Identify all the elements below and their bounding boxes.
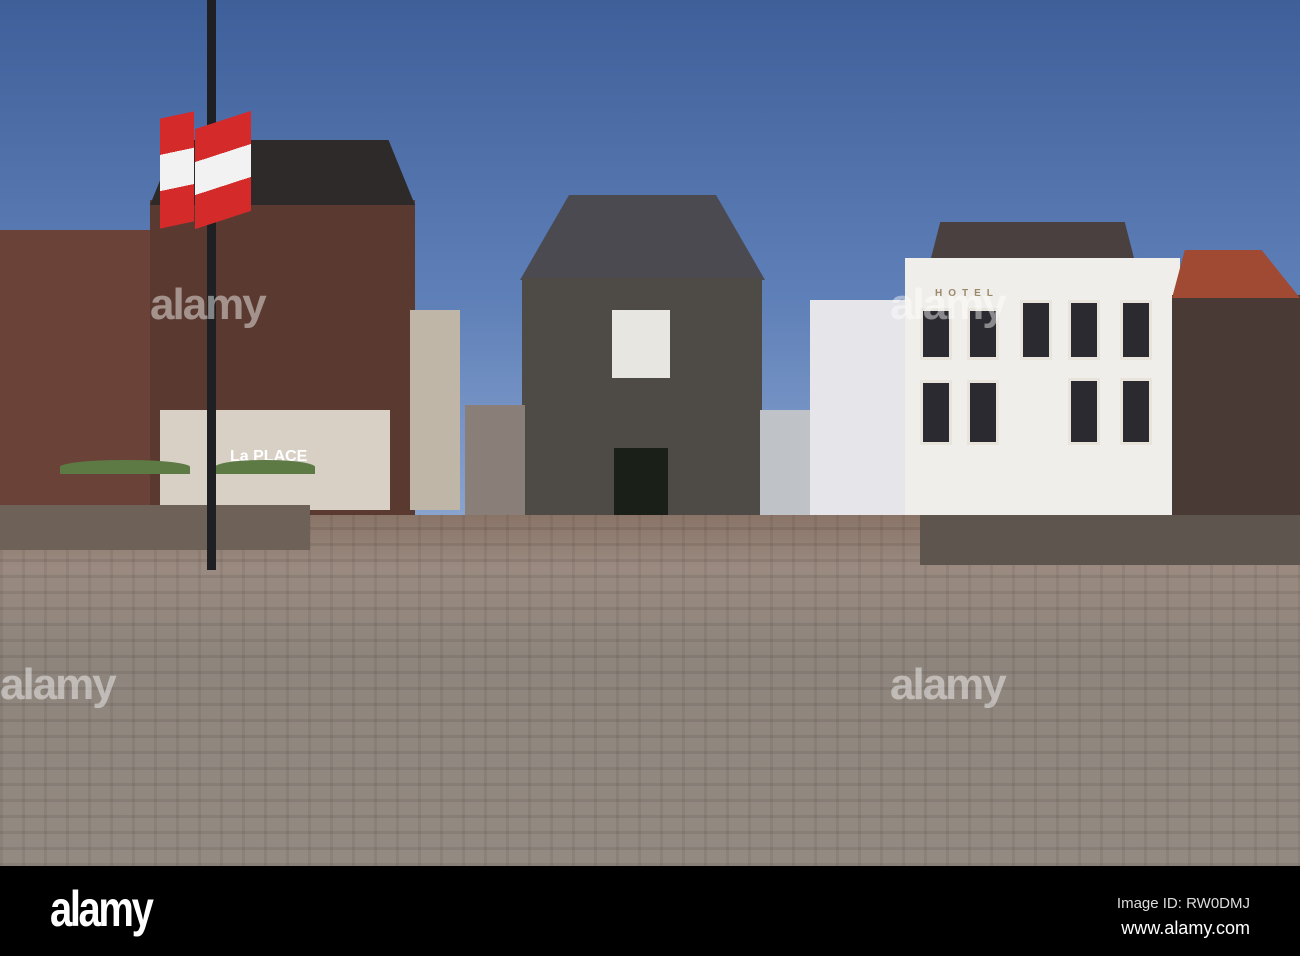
watermark: alamy	[150, 280, 267, 329]
terrace-left	[0, 505, 310, 550]
watermark: alamy	[890, 660, 1007, 709]
right-roof	[1172, 250, 1300, 298]
weigh-house-door	[614, 448, 668, 520]
left-brick-building	[0, 230, 150, 520]
alamy-logo: alamy	[50, 881, 154, 937]
weigh-house-roof	[520, 195, 765, 280]
right-brick-building	[1172, 295, 1300, 520]
flag	[195, 110, 251, 230]
footer-bar	[0, 866, 1300, 956]
hotel-window	[967, 380, 999, 445]
hotel-window	[1068, 378, 1100, 445]
hotel-window	[1120, 378, 1152, 445]
background-building	[465, 405, 525, 515]
cobblestone-square	[0, 515, 1300, 866]
photo: La PLACE HOTEL alamy alamy alamy alamy	[0, 0, 1300, 866]
hotel-window	[1120, 300, 1152, 360]
watermark: alamy	[0, 660, 117, 709]
flag	[160, 111, 194, 229]
watermark: alamy	[890, 280, 1007, 329]
site-url: www.alamy.com	[1121, 918, 1250, 938]
umbrella	[215, 460, 315, 474]
umbrella	[60, 460, 190, 474]
hotel-window	[1020, 300, 1052, 360]
white-side-building	[810, 300, 910, 520]
side-building	[410, 310, 460, 510]
background-building-right	[760, 410, 815, 515]
hotel-window	[920, 380, 952, 445]
weigh-house-relief	[612, 310, 670, 378]
hotel-roof	[930, 222, 1135, 262]
image-id: Image ID: RW0DMJ	[1116, 895, 1250, 912]
hotel-window	[1068, 300, 1100, 360]
terrace-right	[920, 515, 1300, 565]
